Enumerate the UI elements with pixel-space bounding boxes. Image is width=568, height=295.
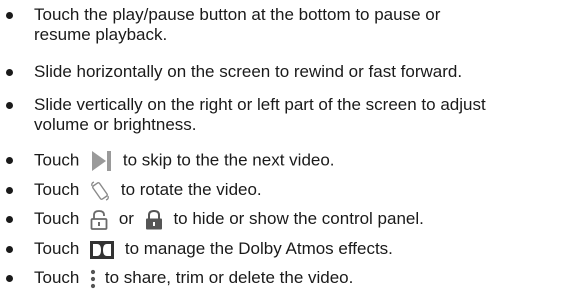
item-text: Touch	[34, 180, 80, 199]
unlock-icon	[90, 209, 108, 230]
bullet	[6, 216, 13, 223]
dolby-icon	[90, 240, 115, 259]
bullet	[6, 157, 13, 164]
item-text: Touch	[34, 268, 80, 287]
bullet	[6, 102, 13, 109]
item-text: to share, trim or delete the video.	[104, 268, 354, 287]
item-text: to hide or show the control panel.	[173, 209, 424, 228]
item-text: Touch the play/pause button at the botto…	[34, 5, 441, 24]
rotate-icon	[90, 180, 110, 201]
lock-icon	[145, 209, 163, 230]
bullet	[6, 12, 13, 19]
item-text: Touch	[34, 239, 80, 258]
item-text: resume playback.	[34, 25, 168, 44]
item-text: to manage the Dolby Atmos effects.	[124, 239, 393, 258]
item-text: Slide vertically on the right or left pa…	[34, 95, 486, 114]
item-text: Touch	[34, 209, 80, 228]
item-text: to skip to the the next video.	[122, 150, 335, 170]
item-text: or	[118, 209, 134, 228]
item-text: Slide horizontally on the screen to rewi…	[34, 62, 463, 81]
bullet	[6, 187, 13, 194]
more-options-icon	[90, 269, 96, 289]
item-text: to rotate the video.	[120, 180, 262, 199]
bullet	[6, 69, 13, 76]
bullet	[6, 275, 13, 282]
skip-next-icon	[90, 150, 112, 172]
item-text: volume or brightness.	[34, 115, 197, 134]
bullet	[6, 246, 13, 253]
item-text: Touch	[34, 150, 80, 170]
